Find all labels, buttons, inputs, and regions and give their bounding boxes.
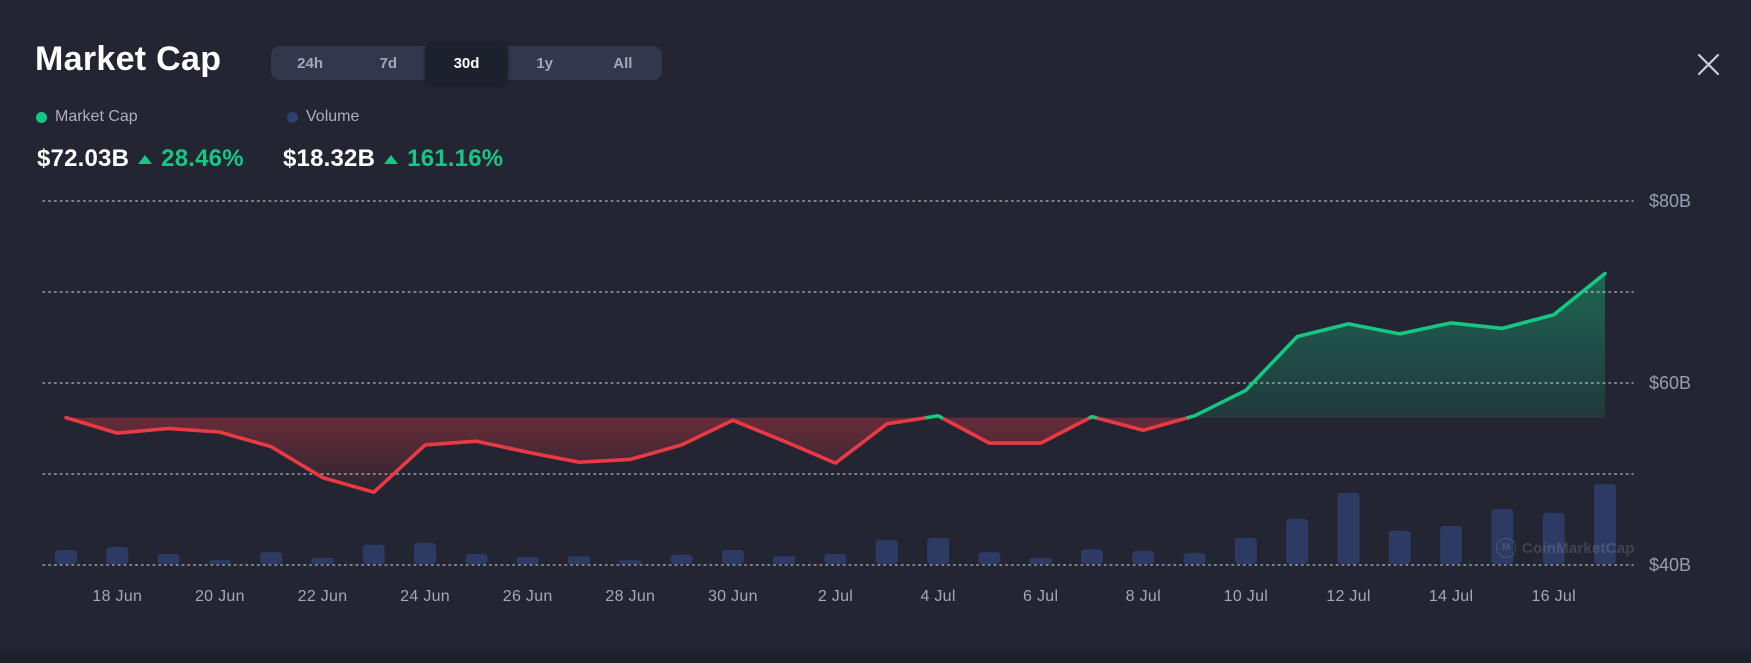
volume-bar — [1440, 526, 1462, 564]
volume-bar — [568, 556, 590, 564]
volume-bar — [1543, 513, 1565, 564]
x-axis-label: 24 Jun — [400, 588, 450, 605]
x-axis-label: 26 Jun — [503, 588, 553, 605]
y-axis-label: $40B — [1649, 555, 1691, 575]
volume-bar — [517, 557, 539, 564]
volume-bar — [773, 556, 795, 564]
x-axis-label: 4 Jul — [920, 588, 955, 605]
volume-bars — [55, 484, 1616, 564]
volume-bar — [1286, 519, 1308, 564]
x-axis-label: 20 Jun — [195, 588, 245, 605]
x-axis-label: 30 Jun — [708, 588, 758, 605]
y-axis-label: $80B — [1649, 191, 1691, 211]
x-axis-label: 6 Jul — [1023, 588, 1058, 605]
volume-bar — [106, 547, 128, 564]
volume-bar — [825, 554, 847, 564]
volume-bar — [414, 543, 436, 564]
x-axis-labels: 18 Jun 20 Jun 22 Jun 24 Jun 26 Jun 28 Jun 30 J… — [92, 588, 1576, 605]
x-axis-label: 10 Jul — [1224, 588, 1269, 605]
market-cap-chart-panel: Market Cap 24h7d30d1yAll Market Cap $72.… — [0, 0, 1751, 663]
x-axis-label: 8 Jul — [1126, 588, 1161, 605]
y-axis-labels: $80B $60B $40B — [1649, 191, 1691, 575]
chart-canvas[interactable]: $80B $60B $40B 18 Jun 20 Jun 22 Jun 24 Jun 26 J… — [0, 0, 1751, 663]
x-axis-label: 22 Jun — [298, 588, 348, 605]
volume-bar — [209, 560, 231, 564]
bottom-edge — [0, 650, 1751, 663]
volume-bar — [1132, 551, 1154, 564]
x-axis-label: 14 Jul — [1429, 588, 1474, 605]
volume-bar — [1184, 553, 1206, 564]
volume-bar — [1030, 558, 1052, 564]
volume-bar — [978, 552, 1000, 564]
gridlines — [43, 201, 1633, 565]
x-axis-label: 2 Jul — [818, 588, 853, 605]
volume-bar — [1389, 531, 1411, 564]
y-axis-label: $60B — [1649, 373, 1691, 393]
x-axis-label: 28 Jun — [605, 588, 655, 605]
volume-bar — [260, 552, 282, 564]
volume-bar — [927, 538, 949, 564]
volume-bar — [1081, 549, 1103, 564]
volume-bar — [1338, 493, 1360, 564]
volume-bar — [363, 545, 385, 564]
x-axis-label: 12 Jul — [1326, 588, 1371, 605]
volume-bar — [158, 554, 180, 564]
volume-bar — [876, 540, 898, 564]
volume-bar — [55, 550, 77, 564]
x-axis-label: 18 Jun — [92, 588, 142, 605]
volume-bar — [1594, 484, 1616, 564]
volume-bar — [1491, 509, 1513, 564]
x-axis-label: 16 Jul — [1531, 588, 1576, 605]
volume-bar — [1235, 538, 1257, 564]
volume-bar — [722, 550, 744, 564]
volume-bar — [312, 558, 334, 564]
volume-bar — [671, 555, 693, 564]
volume-bar — [619, 560, 641, 564]
volume-bar — [465, 554, 487, 564]
